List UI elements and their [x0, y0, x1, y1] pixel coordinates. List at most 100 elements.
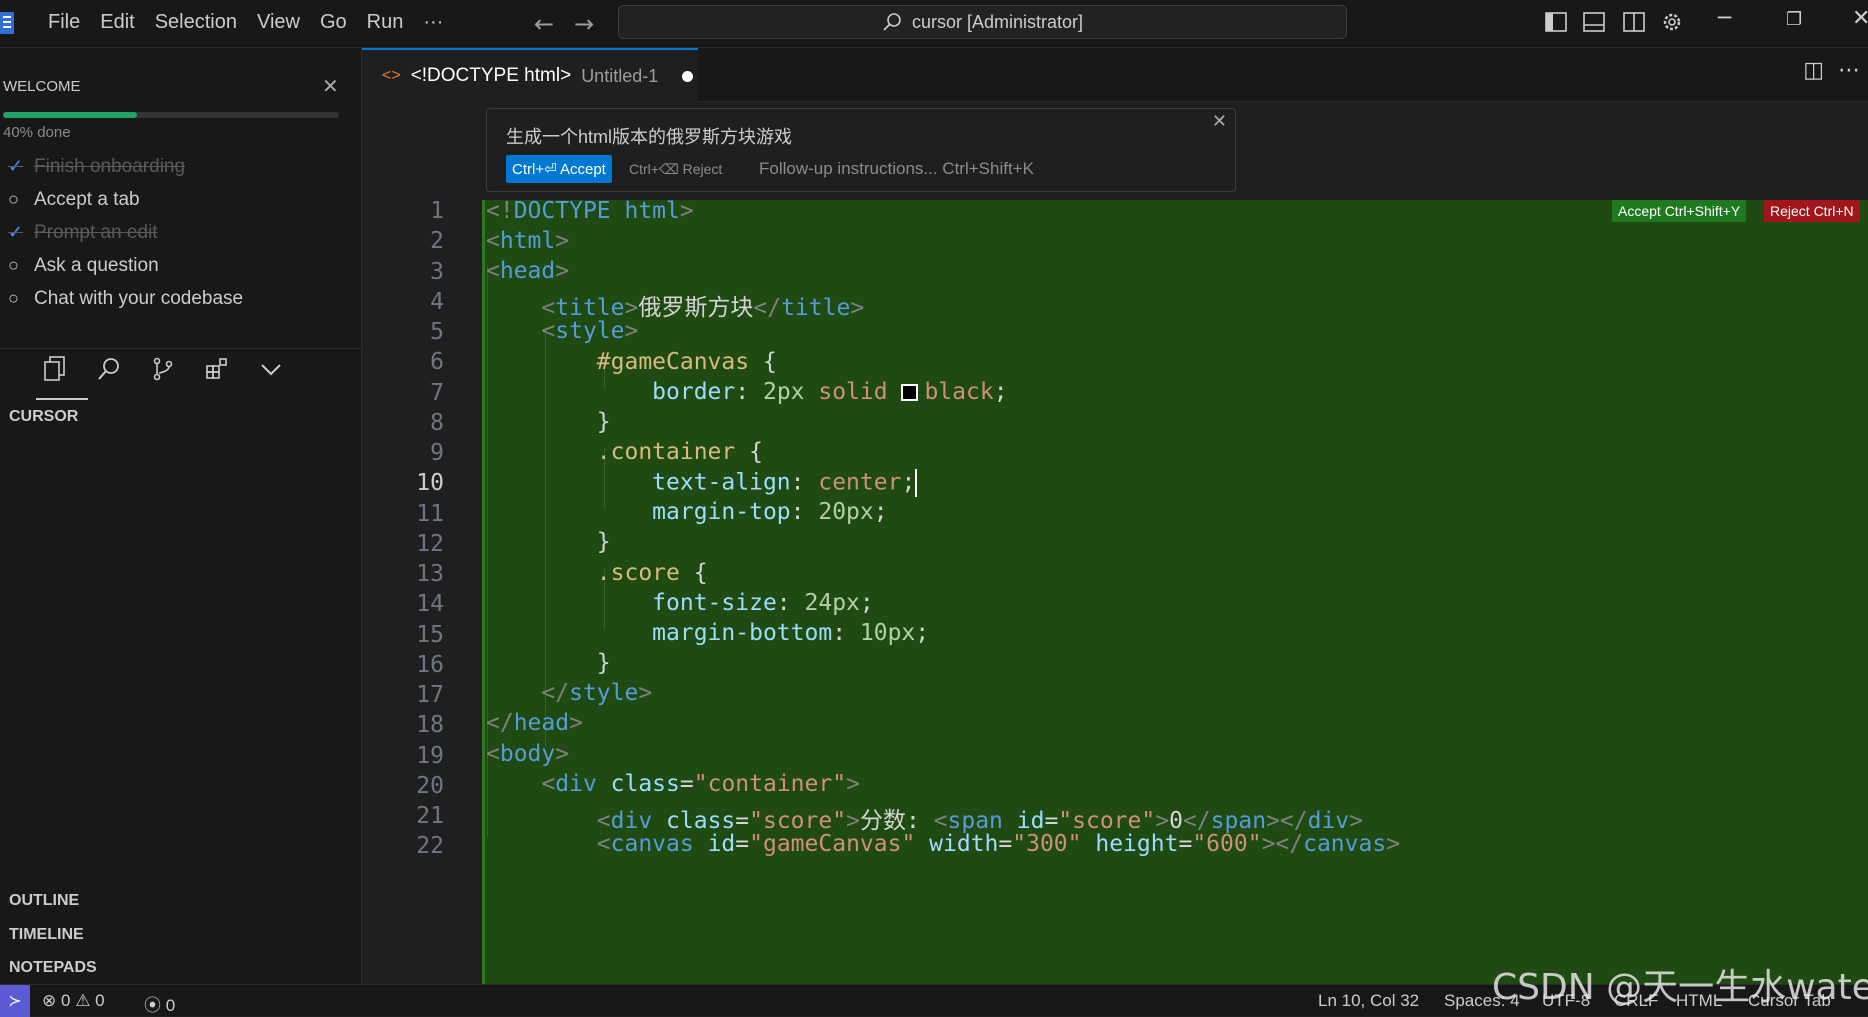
extensions-icon[interactable]	[202, 354, 232, 384]
code-line: #gameCanvas {	[596, 349, 777, 375]
checklist-item[interactable]: ✓ Prompt an edit	[8, 216, 243, 249]
line-number: 5	[430, 319, 444, 345]
accept-all-button[interactable]: Accept Ctrl+Shift+Y	[1612, 200, 1747, 222]
text-cursor	[915, 469, 918, 497]
line-number: 10	[416, 470, 444, 496]
code-line: text-align: center;	[652, 469, 918, 497]
activity-icons	[40, 354, 286, 384]
follow-up-input[interactable]: Follow-up instructions... Ctrl+Shift+K	[759, 159, 1034, 179]
tab-title: <!DOCTYPE html>	[410, 65, 572, 86]
errors-status[interactable]: ⊗ 0 ⚠ 0	[42, 991, 105, 1011]
toggle-secondary-sidebar-icon[interactable]	[1622, 10, 1646, 34]
menu-view[interactable]: View	[247, 11, 310, 34]
onboarding-checklist: ✓ Finish onboarding ○ Accept a tab ✓ Prompt…	[8, 150, 243, 315]
cursor-position[interactable]: Ln 10, Col 32	[1318, 991, 1419, 1011]
line-number: 9	[430, 440, 444, 466]
menu-bar: File Edit Selection View Go Run ···	[38, 0, 453, 44]
editor-tab[interactable]: <> <!DOCTYPE html> Untitled-1	[362, 48, 698, 102]
code-line: }	[596, 409, 611, 435]
code-editor[interactable]: 生成一个html版本的俄罗斯方块游戏 ✕ Ctrl+⏎ Accept Ctrl+…	[362, 102, 1868, 984]
code-line: margin-bottom: 10px;	[652, 620, 930, 646]
chevron-down-icon[interactable]	[256, 354, 286, 384]
menu-more[interactable]: ···	[413, 11, 453, 34]
code-line: <div class="container">	[541, 771, 860, 797]
circle-icon: ○	[8, 255, 19, 275]
menu-edit[interactable]: Edit	[90, 11, 144, 34]
checkmark-icon: ✓	[8, 156, 24, 176]
welcome-title: WELCOME	[3, 78, 81, 95]
code-line: .score {	[596, 560, 708, 586]
code-line: border: 2px solid black;	[652, 379, 1008, 405]
accept-button[interactable]: Ctrl+⏎ Accept	[506, 155, 612, 183]
minimize-icon[interactable]: ─	[1718, 6, 1731, 31]
welcome-close-icon[interactable]: ✕	[322, 74, 339, 98]
remote-icon[interactable]: ≻	[0, 985, 30, 1017]
line-number: 12	[416, 531, 444, 557]
menu-go[interactable]: Go	[310, 11, 357, 34]
line-number: 2	[430, 228, 444, 254]
search-icon[interactable]	[94, 354, 124, 384]
forward-arrow-icon[interactable]: →	[574, 10, 594, 38]
settings-gear-icon[interactable]	[1660, 10, 1684, 34]
line-number: 18	[416, 712, 444, 738]
source-control-icon[interactable]	[148, 354, 178, 384]
notepads-section-header[interactable]: NOTEPADS	[9, 959, 97, 977]
checkmark-icon: ✓	[8, 222, 24, 242]
code-line: }	[596, 650, 611, 676]
line-number: 3	[430, 259, 444, 285]
line-number: 15	[416, 622, 444, 648]
circle-icon: ○	[8, 288, 19, 308]
checklist-item[interactable]: ✓ Finish onboarding	[8, 150, 243, 183]
line-number: 21	[416, 803, 444, 829]
explorer-files-icon[interactable]	[40, 354, 70, 384]
app-logo-icon	[0, 12, 14, 34]
checklist-item-label: Finish onboarding	[34, 155, 186, 177]
code-line: </head>	[486, 710, 583, 736]
code-line: </style>	[541, 680, 653, 706]
checklist-item[interactable]: ○ Chat with your codebase	[8, 282, 243, 315]
timeline-section-header[interactable]: TIMELINE	[9, 926, 84, 944]
cursor-section-header[interactable]: CURSOR	[9, 408, 78, 426]
outline-section-header[interactable]: OUTLINE	[9, 892, 79, 910]
color-swatch-icon[interactable]	[901, 384, 919, 401]
ports-status[interactable]: ⦿ 0	[144, 991, 175, 1016]
close-window-icon[interactable]: ✕	[1852, 6, 1868, 31]
onboarding-progress	[3, 112, 339, 118]
progress-label: 40% done	[3, 124, 71, 141]
broadcast-icon: ⦿	[144, 996, 161, 1015]
prompt-close-icon[interactable]: ✕	[1212, 111, 1227, 132]
split-editor-icon[interactable]: ◫	[1803, 58, 1824, 83]
toggle-panel-icon[interactable]	[1582, 10, 1606, 34]
menu-selection[interactable]: Selection	[145, 11, 247, 34]
ports-count: 0	[165, 996, 176, 1015]
html-file-icon: <>	[382, 67, 401, 84]
menu-run[interactable]: Run	[357, 11, 414, 34]
line-number: 6	[430, 349, 444, 375]
unsaved-dot-icon[interactable]	[682, 70, 694, 82]
checklist-item-label: Prompt an edit	[34, 221, 158, 243]
toggle-primary-sidebar-icon[interactable]	[1544, 10, 1568, 34]
checklist-item-label: Chat with your codebase	[34, 287, 244, 309]
code-line: <title>俄罗斯方块</title>	[541, 295, 865, 321]
code-line: font-size: 24px;	[652, 590, 874, 616]
line-number: 17	[416, 682, 444, 708]
error-count: 0	[60, 991, 71, 1010]
tab-subtitle: Untitled-1	[581, 65, 659, 86]
menu-file[interactable]: File	[38, 11, 90, 34]
checklist-item[interactable]: ○ Accept a tab	[8, 183, 243, 216]
checklist-item[interactable]: ○ Ask a question	[8, 249, 243, 282]
warning-icon: ⚠	[75, 991, 91, 1010]
more-actions-icon[interactable]: ⋯	[1838, 58, 1860, 83]
inline-prompt-box: 生成一个html版本的俄罗斯方块游戏 ✕ Ctrl+⏎ Accept Ctrl+…	[486, 108, 1236, 192]
editor-tab-bar: <> <!DOCTYPE html> Untitled-1 ◫ ⋯	[362, 48, 1868, 102]
back-arrow-icon[interactable]: ←	[534, 10, 554, 38]
command-center-search[interactable]: cursor [Administrator]	[618, 5, 1347, 39]
line-number: 20	[416, 773, 444, 799]
reject-all-button[interactable]: Reject Ctrl+N	[1764, 200, 1860, 222]
code-line: <head>	[486, 258, 570, 284]
diff-gutter-bar	[482, 200, 485, 984]
line-number: 16	[416, 652, 444, 678]
restore-icon[interactable]: ❐	[1786, 9, 1802, 30]
line-number: 11	[416, 501, 444, 527]
reject-button[interactable]: Ctrl+⌫ Reject	[629, 161, 722, 178]
